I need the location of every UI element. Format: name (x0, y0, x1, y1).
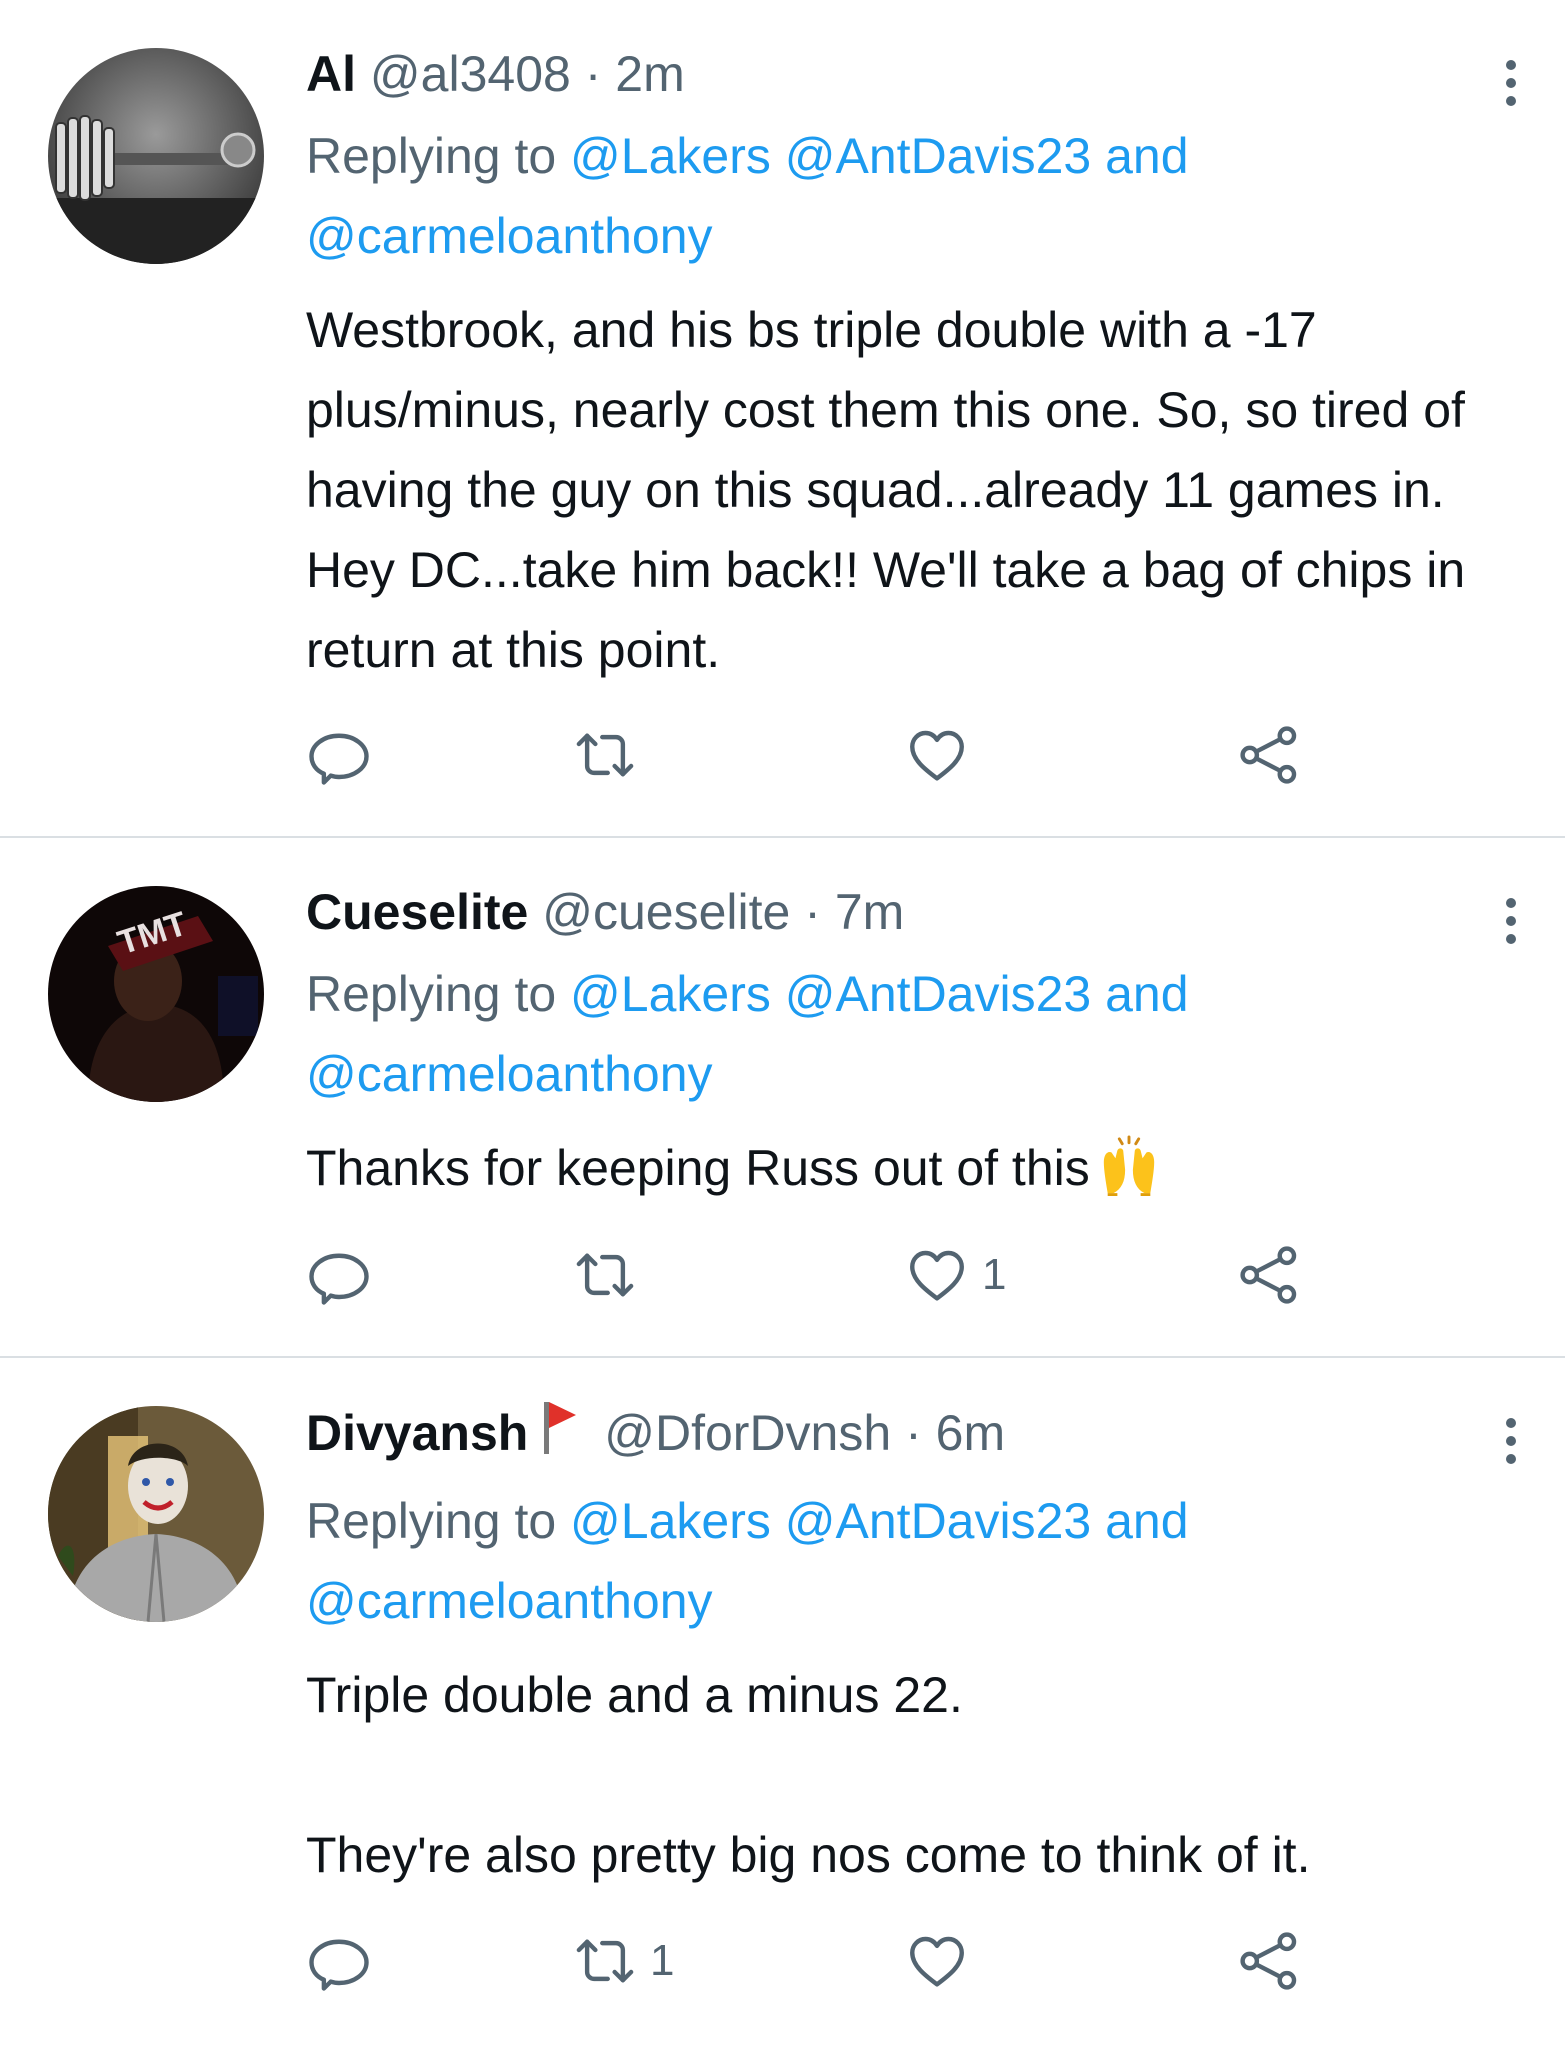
tweet-text: Triple double and a minus 22. They're al… (306, 1667, 1311, 1883)
user-handle[interactable]: @cueselite (542, 884, 790, 940)
replying-prefix: Replying to (306, 966, 571, 1022)
replying-to: Replying to @Lakers @AntDavis23 and @car… (306, 116, 1525, 276)
tweet-actions: 1 (306, 1926, 1565, 1996)
reply-mentions[interactable]: @Lakers @AntDavis23 and (570, 966, 1188, 1022)
retweet-button[interactable] (572, 1240, 650, 1310)
reply-mention-carmeloanthony[interactable]: @carmeloanthony (306, 1046, 713, 1102)
timestamp[interactable]: 2m (615, 46, 684, 102)
share-icon (1240, 1932, 1297, 1990)
retweet-button[interactable] (572, 720, 650, 790)
share-icon (1240, 726, 1297, 784)
avatar[interactable] (48, 48, 264, 264)
raising-hands-emoji (1098, 1135, 1160, 1220)
retweet-icon (576, 1939, 634, 1983)
tweet-header: Cueselite @cueselite · 7m (306, 878, 1525, 946)
replying-prefix: Replying to (306, 128, 571, 184)
tweet[interactable]: Divyansh @DforDvnsh · 6m Replying to @La… (0, 1358, 1565, 2048)
avatar-image: TMT (48, 886, 264, 1102)
retweet-button[interactable]: 1 (572, 1926, 674, 1996)
reply-icon (309, 1253, 369, 1305)
separator: · (905, 1405, 922, 1461)
reply-button[interactable] (306, 720, 372, 790)
user-handle[interactable]: @al3408 (370, 46, 571, 102)
avatar[interactable]: TMT (48, 886, 264, 1102)
like-button[interactable]: 1 (904, 1240, 1006, 1310)
reply-mention-carmeloanthony[interactable]: @carmeloanthony (306, 1573, 713, 1629)
replying-to: Replying to @Lakers @AntDavis23 and @car… (306, 954, 1525, 1114)
reply-mentions[interactable]: @Lakers @AntDavis23 and (570, 128, 1188, 184)
avatar[interactable] (48, 1406, 264, 1622)
replying-to: Replying to @Lakers @AntDavis23 and @car… (306, 1481, 1525, 1641)
reply-mention-carmeloanthony[interactable]: @carmeloanthony (306, 208, 713, 264)
avatar-image (48, 48, 264, 264)
display-name[interactable]: Cueselite (306, 884, 528, 940)
reply-button[interactable] (306, 1926, 372, 1996)
timestamp[interactable]: 7m (835, 884, 904, 940)
tweet-actions (306, 720, 1565, 790)
user-handle[interactable]: @DforDvnsh (604, 1405, 891, 1461)
share-button[interactable] (1236, 1240, 1302, 1310)
separator: · (584, 46, 602, 102)
share-button[interactable] (1236, 1926, 1302, 1996)
reply-button[interactable] (306, 1240, 372, 1310)
tweet[interactable]: TMT Cueselite @cueselite · 7m Replying t… (0, 838, 1565, 1358)
display-name[interactable]: Al (306, 46, 356, 102)
reply-icon (309, 1939, 369, 1991)
like-button[interactable] (904, 720, 982, 790)
tweet-text: Westbrook, and his bs triple double with… (306, 302, 1480, 678)
replying-prefix: Replying to (306, 1493, 571, 1549)
avatar-image (48, 1406, 264, 1622)
tweet-actions: 1 (306, 1240, 1565, 1310)
retweet-count: 1 (650, 1936, 675, 1985)
display-name[interactable]: Divyansh (306, 1405, 528, 1461)
like-button[interactable] (904, 1926, 982, 1996)
reply-icon (309, 733, 369, 785)
red-flag-emoji (540, 1398, 580, 1473)
like-count: 1 (982, 1250, 1007, 1299)
separator: · (804, 884, 821, 940)
tweet-header: Al @al3408 · 2m (306, 40, 1525, 108)
tweet[interactable]: Al @al3408 · 2m Replying to @Lakers @Ant… (0, 0, 1565, 838)
tweet-text-wrap: Thanks for keeping Russ out of this (306, 1128, 1525, 1220)
heart-icon (910, 730, 964, 781)
heart-icon (910, 1250, 964, 1301)
timestamp[interactable]: 6m (936, 1405, 1005, 1461)
share-button[interactable] (1236, 720, 1302, 790)
retweet-icon (576, 733, 634, 777)
retweet-icon (576, 1253, 634, 1297)
tweet-header: Divyansh @DforDvnsh · 6m (306, 1398, 1525, 1473)
share-icon (1240, 1246, 1297, 1304)
heart-icon (910, 1936, 964, 1987)
reply-mentions[interactable]: @Lakers @AntDavis23 and (570, 1493, 1188, 1549)
tweet-text: Thanks for keeping Russ out of this (306, 1140, 1090, 1196)
